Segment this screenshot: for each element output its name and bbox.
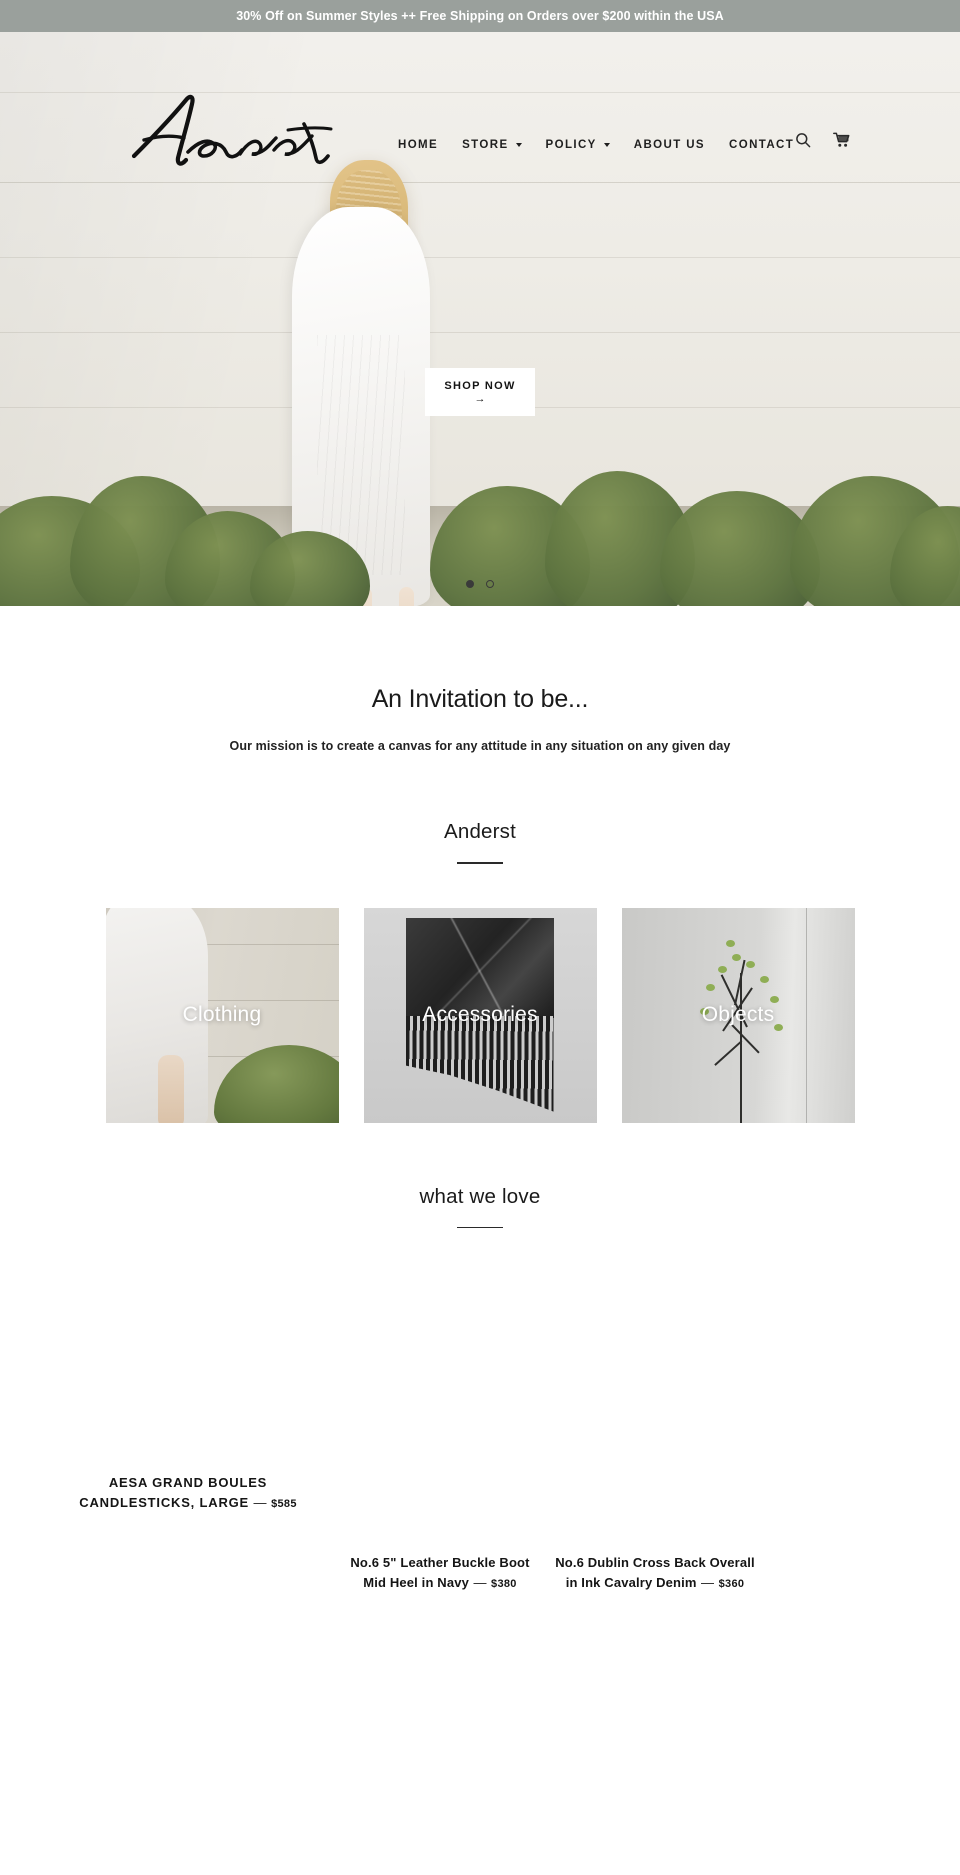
product-card-dublin-overall[interactable]: No.6 Dublin Cross Back Overall in Ink Ca…: [505, 1429, 805, 1592]
site-header: HOME STORE POLICY ABOUT US CONTACT: [0, 32, 960, 166]
product-separator: —: [253, 1494, 267, 1510]
mission-subtitle: Our mission is to create a canvas for an…: [229, 739, 731, 753]
featured-product-grid: AESA GRAND BOULES CANDLESTICKS, LARGE — …: [0, 1274, 960, 1694]
nav-label: ABOUT US: [633, 139, 706, 151]
logo-wordmark-icon: [131, 94, 333, 166]
nav-item-store[interactable]: STORE: [462, 139, 522, 151]
product-separator: —: [701, 1574, 715, 1590]
search-button[interactable]: [795, 132, 811, 148]
product-price: $585: [271, 1497, 297, 1510]
nav-label: CONTACT: [729, 139, 795, 151]
product-title-line1: No.6 Dublin Cross Back Overall: [555, 1555, 755, 1571]
collection-card-objects[interactable]: Objects: [621, 907, 855, 1123]
nav-item-policy[interactable]: POLICY: [546, 139, 610, 151]
announcement-bar: 30% Off on Summer Styles ++ Free Shippin…: [0, 0, 960, 32]
product-title-line2: in Ink Cavalry Denim: [565, 1574, 697, 1590]
product-image: [505, 1429, 805, 1540]
nav-item-contact[interactable]: CONTACT: [729, 139, 794, 151]
nav-label: STORE: [462, 139, 509, 151]
arrow-right-icon: →: [474, 392, 486, 405]
mission-title: An Invitation to be...: [371, 685, 589, 713]
product-image: [58, 1299, 318, 1460]
collection-card-clothing[interactable]: Clothing: [105, 907, 339, 1123]
collection-card-accessories[interactable]: Accessories: [363, 907, 597, 1123]
product-title-line2: Mid Heel in Navy: [363, 1574, 469, 1590]
cart-icon: [833, 132, 850, 147]
mission-section: An Invitation to be... Our mission is to…: [0, 606, 960, 753]
collections-title: Anderst: [443, 820, 517, 843]
collection-card-label: Objects: [701, 1003, 775, 1027]
hero-foliage: [0, 396, 960, 606]
product-card-candlesticks[interactable]: AESA GRAND BOULES CANDLESTICKS, LARGE — …: [58, 1299, 318, 1512]
main-navigation: HOME STORE POLICY ABOUT US CONTACT: [398, 139, 794, 151]
collection-card-label: Clothing: [182, 1003, 262, 1027]
product-title-line2: CANDLESTICKS, LARGE: [79, 1494, 250, 1510]
nav-label: HOME: [398, 139, 439, 151]
product-price: $360: [718, 1577, 745, 1590]
cart-button[interactable]: [833, 132, 851, 148]
announcement-text: 30% Off on Summer Styles ++ Free Shippin…: [236, 9, 724, 23]
slide-dot-1[interactable]: [466, 580, 474, 588]
hero-slideshow: HOME STORE POLICY ABOUT US CONTACT SHOP …: [0, 32, 960, 606]
product-title-line1: AESA GRAND BOULES: [108, 1475, 268, 1491]
header-icon-group: [795, 132, 851, 148]
shop-now-button[interactable]: SHOP NOW →: [425, 368, 535, 416]
nav-item-home[interactable]: HOME: [398, 139, 438, 151]
collection-card-grid: Clothing Accessories Objects: [0, 907, 960, 1123]
collection-card-label: Accessories: [422, 1003, 538, 1027]
nav-item-about-us[interactable]: ABOUT US: [634, 139, 705, 151]
collections-heading: Anderst: [0, 820, 960, 864]
featured-title: what we love: [419, 1184, 541, 1208]
site-logo[interactable]: [128, 94, 333, 172]
slideshow-pagination: [0, 580, 960, 588]
slide-dot-2[interactable]: [486, 580, 494, 588]
shop-now-label: SHOP NOW: [444, 379, 516, 392]
chevron-down-icon: [515, 143, 522, 147]
product-separator: —: [473, 1574, 487, 1590]
search-icon: [796, 133, 811, 148]
heading-divider: [457, 862, 503, 864]
nav-label: POLICY: [545, 139, 597, 151]
featured-heading: what we love: [0, 1185, 960, 1229]
chevron-down-icon: [603, 143, 610, 147]
wall-seam: [0, 257, 960, 258]
heading-divider: [457, 1226, 503, 1229]
